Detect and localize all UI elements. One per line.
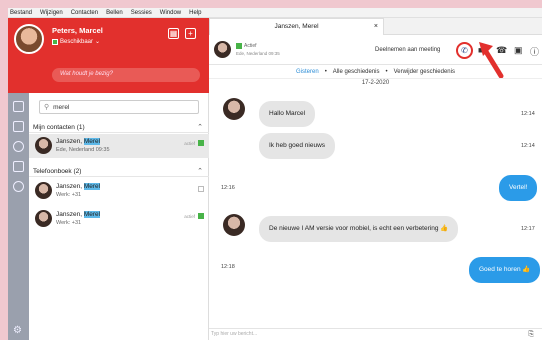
message-time: 12:14 [521, 143, 535, 149]
contacts-panel: ⚲ Mijn contacten (1) ⌃ Janszen, Merel Ed… [29, 93, 209, 340]
join-meeting-button[interactable]: Deelnemen aan meeting [375, 47, 440, 53]
select-checkbox[interactable] [198, 186, 204, 192]
mood-input[interactable]: Wat houdt je bezig? [52, 68, 200, 82]
contact-name: Janszen, Merel [56, 211, 101, 218]
contact-avatar[interactable] [214, 41, 231, 58]
contact-row[interactable]: Janszen, Merel Ede, Nederland 09:35 acti… [29, 134, 209, 158]
composer-placeholder: Typ hier uw bericht... [211, 331, 258, 337]
menu-window[interactable]: Window [160, 10, 181, 16]
contact-row[interactable]: Janszen, Merel Werk: +31 [29, 179, 209, 203]
message-composer[interactable]: Typ hier uw bericht... ⎘ [209, 328, 542, 340]
search-input[interactable] [53, 103, 184, 111]
contacts-icon[interactable] [13, 101, 24, 112]
date-divider: 17-2-2020 [209, 78, 542, 87]
menu-bellen[interactable]: Bellen [106, 10, 123, 16]
menu-bar: Bestand Wijzigen Contacten Bellen Sessie… [8, 8, 542, 18]
chat-tab[interactable]: Janszen, Merel × [209, 18, 384, 35]
contact-avatar [35, 182, 52, 199]
menu-wijzigen[interactable]: Wijzigen [40, 10, 63, 16]
separator: • [324, 68, 327, 75]
app-window: Bestand Wijzigen Contacten Bellen Sessie… [8, 8, 542, 340]
close-icon[interactable]: × [374, 19, 378, 35]
contact-avatar [223, 214, 245, 236]
menu-help[interactable]: Help [189, 10, 201, 16]
grid-icon[interactable]: ▦ [168, 28, 179, 39]
history-filter: Gisteren • Alle geschiedenis • Verwijder… [209, 66, 542, 77]
delete-history-link[interactable]: Verwijder geschiedenis [394, 69, 455, 75]
contact-state: actief [184, 141, 195, 146]
contact-status-label: Actief [244, 43, 257, 49]
message-in: Ik heb goed nieuws [259, 133, 336, 159]
user-status-selector[interactable]: Beschikbaar ⌄ [52, 38, 100, 45]
contact-location: Ede, Nederland 09:35 [56, 147, 110, 153]
chat-tab-title: Janszen, Merel [274, 23, 319, 30]
message-time: 12:14 [521, 111, 535, 117]
gear-icon[interactable]: ⚙ [13, 325, 22, 336]
contact-avatar [223, 98, 245, 120]
status-dot [236, 43, 242, 49]
menu-bestand[interactable]: Bestand [10, 10, 32, 16]
chevron-up-icon: ⌃ [197, 168, 203, 175]
voicemail-icon[interactable] [13, 161, 24, 172]
navigation-rail: ⚙ [8, 93, 29, 340]
contact-state: actief [184, 214, 195, 219]
contact-name: Janszen, Merel [56, 183, 101, 190]
separator: • [385, 68, 388, 75]
section-phonebook-label: Telefoonboek (2) [33, 168, 82, 175]
message-out: Vertel! [499, 175, 538, 201]
search-icon: ⚲ [44, 104, 50, 111]
contact-number: Werk: +31 [56, 192, 82, 198]
attachment-icon[interactable]: ⎘ [528, 329, 534, 340]
contact-avatar [35, 137, 52, 154]
phone-icon[interactable]: ✆ [456, 42, 473, 59]
user-avatar[interactable] [14, 24, 44, 54]
message-time: 12:16 [221, 185, 235, 191]
contact-row[interactable]: Janszen, Merel Werk: +31 actief [29, 207, 209, 231]
filter-yesterday[interactable]: Gisteren [296, 69, 319, 75]
chat-panel: Janszen, Merel × Actief Ede, Nederland 0… [209, 18, 542, 340]
call-history-icon[interactable] [13, 141, 24, 152]
tab-strip [384, 18, 542, 35]
user-header: Peters, Marcel Beschikbaar ⌄ ▦ + Wat hou… [8, 18, 209, 93]
user-name: Peters, Marcel [52, 26, 103, 35]
contact-location: Ede, Nederland 09:35 [236, 51, 280, 56]
search-field[interactable]: ⚲ [39, 100, 199, 114]
status-dot [52, 38, 58, 45]
section-my-contacts-label: Mijn contacten (1) [33, 124, 85, 131]
add-icon[interactable]: + [185, 28, 196, 39]
screen-share-icon[interactable]: ▣ [514, 45, 523, 56]
contact-name: Janszen, Merel [56, 138, 101, 145]
message-in: De nieuwe I AM versie voor mobiel, is ec… [259, 216, 459, 242]
message-out: Goed te horen 👍 [469, 257, 541, 283]
menu-contacten[interactable]: Contacten [71, 10, 98, 16]
message-time: 12:17 [521, 226, 535, 232]
status-dot [198, 140, 204, 146]
globe-icon[interactable] [13, 181, 24, 192]
message-time: 12:18 [221, 264, 235, 270]
contact-number: Werk: +31 [56, 220, 82, 226]
chat-icon[interactable] [13, 121, 24, 132]
message-in: Hallo Marcel [259, 101, 316, 127]
section-phonebook[interactable]: Telefoonboek (2) ⌃ [29, 167, 209, 177]
info-icon[interactable]: ⓘ [530, 45, 539, 58]
contact-status: Actief [236, 43, 257, 49]
user-status-label: Beschikbaar [60, 38, 94, 45]
chevron-up-icon: ⌃ [197, 124, 203, 131]
menu-sessies[interactable]: Sessies [131, 10, 152, 16]
status-dot [198, 213, 204, 219]
section-my-contacts[interactable]: Mijn contacten (1) ⌃ [29, 123, 209, 133]
contact-avatar [35, 210, 52, 227]
chevron-down-icon: ⌄ [95, 39, 101, 45]
filter-all-history[interactable]: Alle geschiedenis [333, 69, 380, 75]
